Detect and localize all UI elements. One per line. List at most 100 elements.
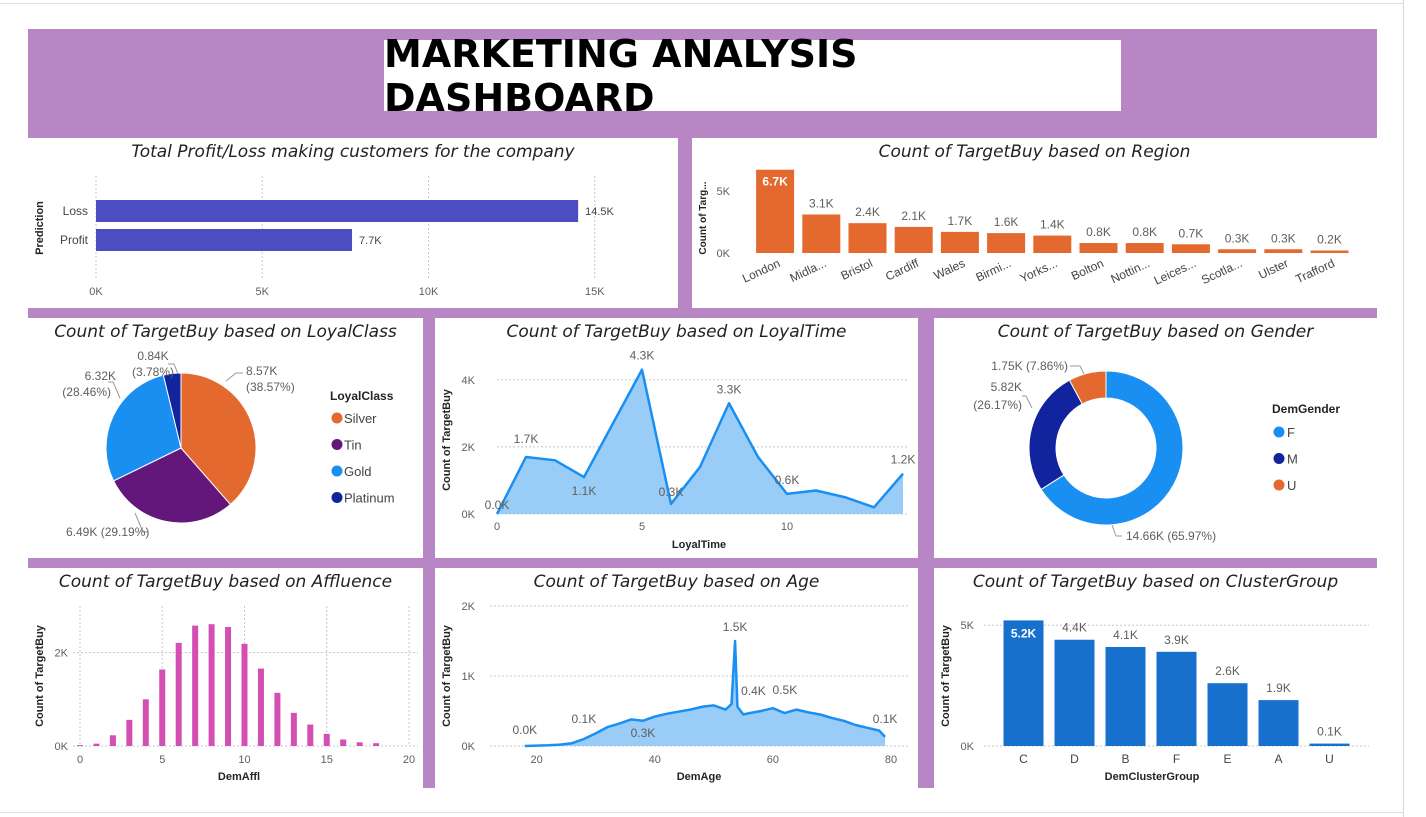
bottom-frame-line [0,812,1403,813]
bar [323,733,330,746]
loyalclass-panel[interactable]: Count of TargetBuy based on LoyalClass 8… [28,318,423,558]
bar [274,692,281,746]
data-label: 1.7K [948,214,973,228]
point-label: 0.1K [873,712,898,726]
bar [1310,250,1349,253]
category-label: Yorks... [1018,256,1060,285]
bar [1207,683,1248,746]
bar [93,743,100,746]
data-label: 0.3K [1271,231,1296,245]
legend-marker [331,412,343,424]
y-tick-label: 0K [462,509,476,521]
legend-marker [331,439,343,450]
profit-loss-chart: 0K 5K 10K 15K Prediction Loss 14.5K Profit 7.7K [34,176,615,298]
gender-panel[interactable]: Count of TargetBuy based on Gender 14.66… [934,318,1377,558]
category-label: Profit [60,233,89,247]
dashboard-title: MARKETING ANALYSIS DASHBOARD [384,31,858,120]
bar [1258,700,1299,746]
legend-label: F [1287,425,1295,440]
category-label: Midla... [788,256,829,285]
bar [96,200,579,222]
category-label: Bolton [1069,256,1106,283]
age-panel[interactable]: Count of TargetBuy based on Age 0K 1K 2K 20… [435,568,918,788]
point-label: 3.3K [717,382,742,396]
bar [1309,743,1350,746]
data-label: 4.4K [1062,621,1087,635]
bar [208,624,215,746]
category-label: Ulster [1256,256,1290,282]
data-label: 1.4K [1040,218,1065,232]
age-chart: 0K 1K 2K 20 40 60 80 DemAge Count of TargetBuy 0.… [441,568,910,783]
category-label: F [1173,752,1180,766]
data-label: 5.2K [1011,626,1037,640]
y-tick-label: 5K [961,620,975,632]
point-label: 1.1K [572,484,597,498]
data-label: 7.7K [359,235,382,247]
point-label: 1.5K [723,620,748,634]
point-label: 0.0K [485,498,510,512]
category-label: Scotla... [1199,256,1244,287]
bar [96,229,353,251]
y-tick-label: 2K [462,601,476,613]
y-tick-label: 2K [462,442,476,454]
affluence-panel[interactable]: Count of TargetBuy based on Affluence 0K… [28,568,423,788]
legend-label: Silver [344,411,377,426]
bar [848,223,887,253]
category-label: C [1019,752,1028,766]
region-panel[interactable]: Count of TargetBuy based on Region 0K 5K C… [692,138,1377,308]
x-tick-label: 20 [403,754,415,766]
leader-line [1070,365,1085,375]
data-label: 6.49K (29.19%) [66,525,149,539]
category-label: B [1121,752,1129,766]
data-label: 3.9K [1164,633,1189,647]
data-label: 0.7K [1179,226,1204,240]
category-label: Cardiff [883,256,921,284]
x-tick-label: 5K [256,286,270,298]
legend-marker [1273,426,1285,438]
x-tick-label: 60 [767,754,779,766]
data-label-percent: (38.57%) [246,380,295,394]
bar [1156,651,1197,746]
region-chart: 0K 5K Count of Targ... 6.7K London 3.1K Midla.… [698,169,1349,288]
bar [159,669,166,746]
point-label: 0.3K [631,726,656,740]
bar [1033,235,1072,253]
loyalclass-chart: 8.57K (38.57%) 6.49K (29.19%) 6.32K (28.46%)… [62,349,394,539]
bar [1171,244,1210,253]
data-label: 0.8K [1132,225,1157,239]
y-tick-label: 0K [961,741,975,753]
bar [307,724,314,746]
x-tick-label: 0K [89,286,103,298]
category-label: London [740,256,782,286]
top-frame-line [0,3,1403,4]
leader-line [225,372,243,382]
area-fill [524,641,886,746]
legend-marker [1273,453,1285,464]
y-tick-label: 4K [462,375,476,387]
point-label: 1.2K [891,453,916,467]
y-tick-label: 2K [55,648,69,660]
x-axis-title: DemAge [677,771,722,783]
bar [192,625,199,746]
data-label: 2.1K [901,209,926,223]
bar [940,231,979,253]
profit-loss-panel[interactable]: Total Profit/Loss making customers for t… [28,138,678,308]
bar [77,745,83,746]
point-label: 0.1K [572,712,597,726]
y-axis-title: Prediction [34,201,46,255]
bar [373,743,380,746]
x-axis-title: DemClusterGroup [1105,771,1200,783]
bar [1054,639,1095,746]
data-label: 2.6K [1215,664,1240,678]
cluster-panel[interactable]: Count of TargetBuy based on ClusterGroup… [934,568,1377,788]
legend-label: M [1287,452,1298,467]
legend-marker [331,492,343,503]
category-label: Nottin... [1109,256,1152,286]
bar [1079,243,1118,253]
loyaltime-panel[interactable]: Count of TargetBuy based on LoyalTime 0K… [435,318,918,558]
y-axis-title: Count of TargetBuy [441,388,453,491]
x-tick-label: 10 [781,521,793,533]
point-label: 0.4K [741,684,766,698]
area-fill [497,369,903,514]
x-tick-label: 20 [531,754,543,766]
